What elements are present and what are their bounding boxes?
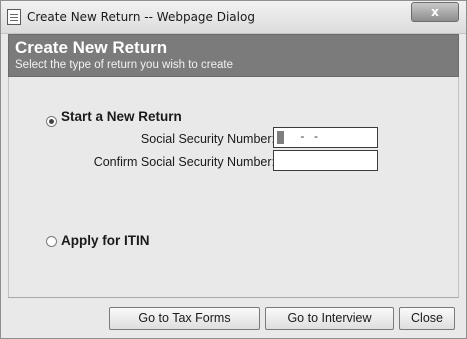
radio-start-new-return[interactable] <box>46 116 57 127</box>
ssn-input[interactable]: - - <box>273 127 378 148</box>
dialog-subtitle: Select the type of return you wish to cr… <box>15 59 233 71</box>
ssn-mask: - - <box>296 129 319 143</box>
window-title: Create New Return -- Webpage Dialog <box>27 10 255 24</box>
dialog-footer: Go to Tax Forms Go to Interview Close <box>8 297 459 333</box>
ssn-label: Social Security Number: <box>140 132 275 146</box>
dialog-content: Start a New Return Social Security Numbe… <box>8 77 459 297</box>
option-apply-for-itin-label[interactable]: Apply for ITIN <box>61 233 150 248</box>
dialog-window: Create New Return -- Webpage Dialog x Cr… <box>0 0 467 339</box>
go-to-interview-button[interactable]: Go to Interview <box>265 307 394 330</box>
dialog-title: Create New Return <box>15 38 168 57</box>
go-to-tax-forms-button[interactable]: Go to Tax Forms <box>109 307 260 330</box>
option-start-new-return-label[interactable]: Start a New Return <box>61 109 182 124</box>
close-button[interactable]: Close <box>399 307 455 330</box>
title-bar[interactable]: Create New Return -- Webpage Dialog x <box>1 1 466 34</box>
confirm-ssn-label: Confirm Social Security Number: <box>93 155 275 169</box>
document-icon <box>7 9 21 25</box>
dialog-header: Create New Return Select the type of ret… <box>8 34 459 77</box>
confirm-ssn-input[interactable] <box>273 150 378 171</box>
window-close-button[interactable]: x <box>411 2 459 22</box>
text-cursor <box>277 131 284 144</box>
radio-apply-for-itin[interactable] <box>46 236 57 247</box>
